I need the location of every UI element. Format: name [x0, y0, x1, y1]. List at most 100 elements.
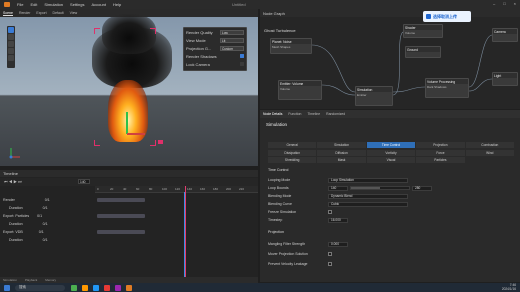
subtab-projection[interactable]: Projection — [416, 142, 465, 148]
inspector-tabs: Node Details Function Timeline Randomize… — [260, 110, 520, 118]
view-mode-dropdown[interactable]: Lit — [220, 37, 244, 43]
ruler-tick: 60 — [136, 187, 140, 191]
move-tool-icon[interactable] — [8, 34, 14, 40]
row-blending-curve: Blending Curve Cubic — [268, 200, 514, 208]
tab-scene[interactable]: Scene — [3, 11, 13, 16]
start-icon[interactable] — [4, 284, 10, 291]
camera-tool-icon[interactable] — [8, 55, 14, 61]
menu-account[interactable]: Account — [92, 2, 106, 7]
smoke-top — [102, 14, 156, 54]
subtab-simulation[interactable]: Simulation — [317, 142, 366, 148]
viewport-toolbar — [7, 26, 15, 68]
minimize-icon[interactable]: – — [493, 1, 495, 6]
frame-input[interactable]: 140 — [78, 179, 90, 184]
app-icon[interactable] — [71, 284, 77, 291]
projection-dropdown[interactable]: Custom — [220, 45, 244, 51]
menu-settings[interactable]: Settings — [70, 2, 84, 7]
taskbar-search[interactable]: 搜索 — [15, 284, 65, 291]
tab-function[interactable]: Function — [288, 112, 301, 116]
prevent-leakage-checkbox[interactable] — [328, 262, 332, 266]
menu-help[interactable]: Help — [113, 2, 121, 7]
subtab-general[interactable]: General — [268, 142, 317, 148]
tab-default[interactable]: Default — [53, 11, 64, 15]
subtab-vorticity[interactable]: Vorticity — [366, 149, 416, 156]
subtab-particles[interactable]: Particles — [416, 157, 465, 164]
playhead[interactable] — [185, 186, 186, 281]
looping-mode-dropdown[interactable]: Loop Simulation — [328, 177, 408, 183]
ruler-tick: 160 — [200, 187, 206, 191]
render-quality-label: Render Quality — [186, 29, 213, 35]
subtab-combustion[interactable]: Combustion — [465, 142, 514, 148]
node-graph-header: Node Graph — [260, 9, 520, 17]
clock: 7:46 2024/1/16 — [502, 283, 516, 291]
tab-view[interactable]: View — [70, 11, 78, 15]
subtab-visual[interactable]: Visual — [366, 157, 416, 164]
lock-camera-checkbox[interactable] — [240, 62, 244, 66]
mangling-filter-input[interactable]: 0.000 — [328, 241, 348, 247]
subtab-shredding[interactable]: Shredding — [268, 157, 317, 164]
row-mover-projection: Mover Projection Solution — [268, 250, 514, 258]
rotate-tool-icon[interactable] — [8, 41, 14, 47]
ruler-tick: 140 — [187, 187, 193, 191]
track-row[interactable]: Duration 0/1 — [9, 220, 48, 228]
emitter-flag-icon[interactable] — [158, 140, 163, 144]
select-tool-icon[interactable] — [8, 27, 14, 33]
app-icon[interactable] — [115, 284, 121, 291]
status-item: Memory — [45, 278, 57, 282]
field-label: Mover Projection Solution — [268, 252, 308, 256]
app-icon[interactable] — [104, 284, 110, 291]
track-row[interactable]: Duration 0/1 — [9, 204, 48, 212]
tab-timeline[interactable]: Timeline — [307, 112, 320, 116]
timestep-input[interactable]: 16.000 — [328, 217, 348, 223]
track-row[interactable]: Render 0/1 — [3, 196, 50, 204]
subtab-force[interactable]: Force — [416, 149, 465, 156]
section-time-control[interactable]: Time Control — [268, 168, 288, 172]
track-clip[interactable] — [97, 230, 145, 234]
subtab-diffusion[interactable]: Diffusion — [317, 149, 366, 156]
section-projection[interactable]: Projection — [268, 230, 284, 234]
blending-curve-dropdown[interactable]: Cubic — [328, 201, 408, 207]
gizmo-y-axis[interactable] — [126, 112, 128, 134]
track-label: Duration — [9, 238, 23, 242]
play-controls-icon[interactable]: ⏮ ◀ ▶ ⏭ — [4, 179, 22, 184]
blending-mode-dropdown[interactable]: Dynamic Blend — [328, 193, 408, 199]
track-row[interactable]: Export: VDB 0/1 — [3, 228, 44, 236]
tab-randomized[interactable]: Randomized — [326, 112, 345, 116]
upload-notice[interactable]: 选择取消上传 — [423, 11, 471, 22]
menu-simulation[interactable]: Simulation — [44, 2, 63, 7]
timeline-title: Timeline — [3, 171, 18, 176]
render-shadows-checkbox[interactable] — [240, 54, 244, 58]
tab-node-details[interactable]: Node Details — [263, 112, 282, 116]
track-clip[interactable] — [97, 214, 145, 218]
tab-export[interactable]: Export — [36, 11, 46, 15]
loop-end-input[interactable]: 280 — [412, 185, 432, 191]
timeline-ruler[interactable]: 0 20 40 60 80 100 120 140 160 180 200 22… — [95, 186, 258, 193]
menu-file[interactable]: File — [17, 2, 23, 7]
subtab-time-control[interactable]: Time Control — [366, 142, 416, 148]
close-icon[interactable]: × — [514, 1, 516, 6]
node-wires — [311, 31, 493, 96]
node-graph-title: Node Graph — [263, 10, 285, 16]
embergen-taskbar-icon[interactable] — [126, 284, 132, 291]
track-clip[interactable] — [97, 198, 145, 202]
maximize-icon[interactable]: □ — [503, 1, 505, 6]
menu-edit[interactable]: Edit — [30, 2, 37, 7]
subtab-dissipation[interactable]: Dissipation — [268, 149, 317, 156]
app-icon[interactable] — [82, 284, 88, 291]
loop-start-input[interactable]: 140 — [328, 185, 348, 191]
track-row[interactable]: Duration 0/1 — [9, 236, 48, 244]
track-row[interactable]: Export: Particles 0/1 — [3, 212, 42, 220]
row-freeze-simulation: Freeze Simulation — [268, 208, 514, 216]
app-icon[interactable] — [93, 284, 99, 291]
tab-render[interactable]: Render — [19, 11, 30, 15]
subtab-mask[interactable]: Mask — [317, 157, 366, 164]
subtab-wind[interactable]: Wind — [465, 149, 514, 156]
mover-projection-checkbox[interactable] — [328, 252, 332, 256]
gizmo-x-axis[interactable] — [127, 133, 145, 135]
freeze-simulation-checkbox[interactable] — [328, 210, 332, 214]
selection-bracket-tr — [150, 28, 156, 34]
loop-bounds-slider[interactable] — [350, 186, 410, 190]
track-label: Export: VDB — [3, 230, 23, 234]
render-quality-dropdown[interactable]: Low — [220, 29, 244, 35]
scale-tool-icon[interactable] — [8, 48, 14, 54]
